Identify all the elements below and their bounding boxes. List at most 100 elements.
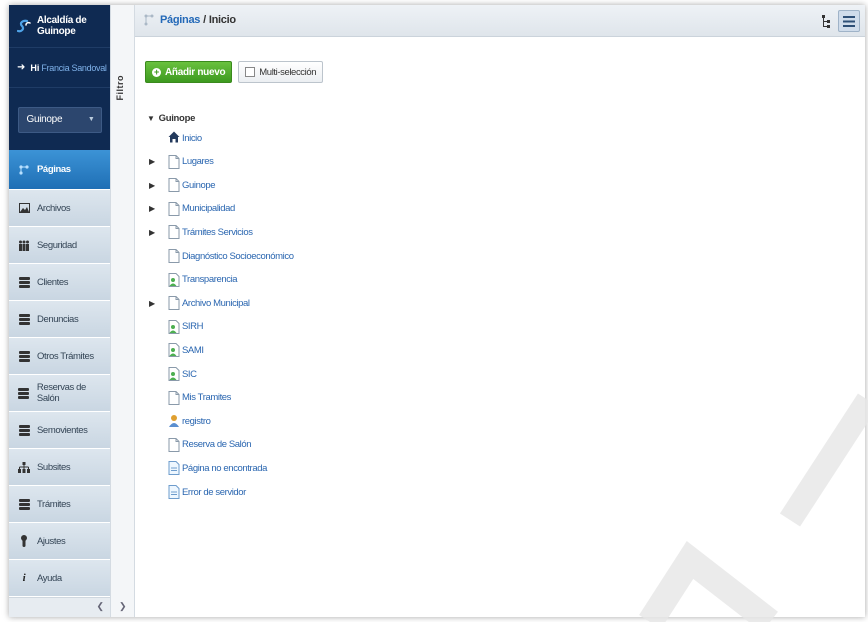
tree-root-label: Guinope xyxy=(158,112,196,124)
tree-node-label[interactable]: Guinope xyxy=(182,180,216,191)
sidebar-item-label: Semovientes xyxy=(37,424,88,436)
page-icon xyxy=(168,390,180,405)
page-tree: ▼ Guinope Inicio ▶ Lugares ▶ Guinope ▶ Municip… xyxy=(147,112,294,499)
list-view-button[interactable] xyxy=(838,10,860,32)
tree-node-label[interactable]: Página no encontrada xyxy=(182,463,267,474)
expand-node-icon[interactable]: ▶ xyxy=(149,204,155,213)
sidebar-item-label: Subsites xyxy=(37,461,71,473)
collapse-sidebar-icon[interactable]: ❮ xyxy=(96,601,104,612)
page-icon xyxy=(168,201,180,216)
add-new-button[interactable]: + Añadir nuevo xyxy=(145,61,233,83)
sitemap-icon xyxy=(17,461,31,473)
page-icon xyxy=(168,296,180,311)
restricted-page-icon xyxy=(168,272,180,287)
tree-node-label[interactable]: Reserva de Salón xyxy=(182,439,252,450)
page-icon xyxy=(168,178,180,193)
restricted-page-icon xyxy=(168,319,180,334)
restricted-page-icon xyxy=(168,343,180,358)
sidebar-item-label: Denuncias xyxy=(37,313,79,325)
database-icon xyxy=(17,387,31,399)
users-icon xyxy=(17,240,31,251)
sidebar-item-ayuda[interactable]: i Ayuda xyxy=(9,560,110,597)
error-page-icon xyxy=(168,461,180,476)
brand-line-2: Guinope xyxy=(37,26,76,37)
wrench-icon xyxy=(17,535,31,547)
page-icon xyxy=(168,437,180,452)
checkbox-icon xyxy=(245,67,256,77)
sidebar-item-subsites[interactable]: Subsites xyxy=(9,449,110,486)
list-view-icon xyxy=(843,15,855,27)
sidebar-item-label: Clientes xyxy=(37,276,69,288)
sidebar-nav: Páginas Archivos Seguridad Clientes Denu… xyxy=(9,150,110,597)
logout-icon[interactable]: ➜ xyxy=(17,62,25,73)
chevron-down-icon: ▼ xyxy=(87,116,95,123)
multi-select-label: Multi-selección xyxy=(259,66,317,78)
error-page-icon xyxy=(168,485,180,499)
brand-header[interactable]: Alcaldía de Guinope xyxy=(9,5,110,47)
expand-node-icon[interactable]: ▶ xyxy=(149,299,155,308)
tree-root[interactable]: ▼ Guinope xyxy=(147,112,195,124)
user-info[interactable]: ➜ Hi Francia Sandoval xyxy=(9,47,110,87)
expand-filter-icon[interactable]: ❯ xyxy=(119,601,127,612)
sidebar-item-clientes[interactable]: Clientes xyxy=(9,264,110,301)
sidebar-item-denuncias[interactable]: Denuncias xyxy=(9,301,110,338)
tree-node-label[interactable]: SIC xyxy=(182,369,197,380)
site-select[interactable]: Guinope ▼ xyxy=(17,106,102,133)
sidebar-item-otros-tramites[interactable]: Otros Trámites xyxy=(9,338,110,375)
info-icon: i xyxy=(22,572,26,584)
expand-node-icon[interactable]: ▶ xyxy=(149,228,155,237)
sidebar-item-label: Otros Trámites xyxy=(37,350,94,362)
database-icon xyxy=(17,350,31,362)
tree-node-label[interactable]: Error de servidor xyxy=(182,487,246,498)
caret-down-icon[interactable]: ▼ xyxy=(147,114,155,123)
user-page-icon xyxy=(168,414,180,428)
pages-icon xyxy=(17,164,31,176)
breadcrumb-separator: / xyxy=(203,14,206,26)
home-icon xyxy=(168,131,180,145)
tree-node-label[interactable]: Trámites Servicios xyxy=(182,227,253,238)
sidebar-item-semovientes[interactable]: Semovientes xyxy=(9,412,110,449)
expand-node-icon[interactable]: ▶ xyxy=(149,181,155,190)
top-bar: Páginas / Inicio xyxy=(135,5,865,37)
sidebar-item-paginas[interactable]: Páginas xyxy=(9,150,110,190)
sidebar-item-archivos[interactable]: Archivos xyxy=(9,190,110,227)
expand-node-icon[interactable]: ▶ xyxy=(149,157,155,166)
sidebar-item-label: Reservas de Salón xyxy=(36,382,86,404)
tree-node-label[interactable]: Inicio xyxy=(182,133,202,144)
tree-node-label[interactable]: Municipalidad xyxy=(182,203,235,214)
user-name-link[interactable]: Francia Sandoval xyxy=(41,63,107,73)
breadcrumb-pages-link[interactable]: Páginas xyxy=(160,14,200,26)
tree-node-label[interactable]: Transparencia xyxy=(182,274,238,285)
brand-name: Alcaldía de Guinope xyxy=(37,15,87,37)
sidebar-item-tramites[interactable]: Trámites xyxy=(9,486,110,523)
breadcrumb-current: Inicio xyxy=(208,14,236,26)
sidebar-item-label: Ajustes xyxy=(37,535,66,547)
tree-node-label[interactable]: SIRH xyxy=(182,321,204,332)
tree-node-label[interactable]: Archivo Municipal xyxy=(182,298,250,309)
image-icon xyxy=(17,203,31,213)
sidebar-footer: ❮ xyxy=(9,597,110,617)
add-new-label: Añadir nuevo xyxy=(165,66,226,78)
brand-line-1: Alcaldía de xyxy=(37,15,87,26)
tree-node-label[interactable]: Mis Tramites xyxy=(182,392,231,403)
tree-view-button[interactable] xyxy=(815,10,837,32)
user-greeting: Hi xyxy=(30,62,40,73)
plus-icon: + xyxy=(152,67,161,77)
filter-panel[interactable]: Filtro ❯ xyxy=(110,5,135,617)
sidebar-item-ajustes[interactable]: Ajustes xyxy=(9,523,110,560)
page-icon xyxy=(168,225,180,240)
database-icon xyxy=(17,313,31,325)
sidebar-item-reservas-de-salon[interactable]: Reservas de Salón xyxy=(9,375,110,412)
tree-node-label[interactable]: SAMI xyxy=(182,345,204,356)
sidebar-item-seguridad[interactable]: Seguridad xyxy=(9,227,110,264)
multi-select-button[interactable]: Multi-selección xyxy=(238,61,324,83)
page-icon xyxy=(168,249,180,263)
sidebar-item-label: Ayuda xyxy=(37,572,62,584)
tree-node-label[interactable]: Lugares xyxy=(182,156,214,167)
filter-panel-label[interactable]: Filtro xyxy=(115,75,125,101)
tree-view-icon xyxy=(821,14,830,28)
tree-node-label[interactable]: registro xyxy=(182,416,211,427)
tree-node-label[interactable]: Diagnóstico Socioeconómico xyxy=(182,251,294,262)
database-icon xyxy=(17,276,31,288)
breadcrumb: Páginas / Inicio xyxy=(144,14,236,26)
